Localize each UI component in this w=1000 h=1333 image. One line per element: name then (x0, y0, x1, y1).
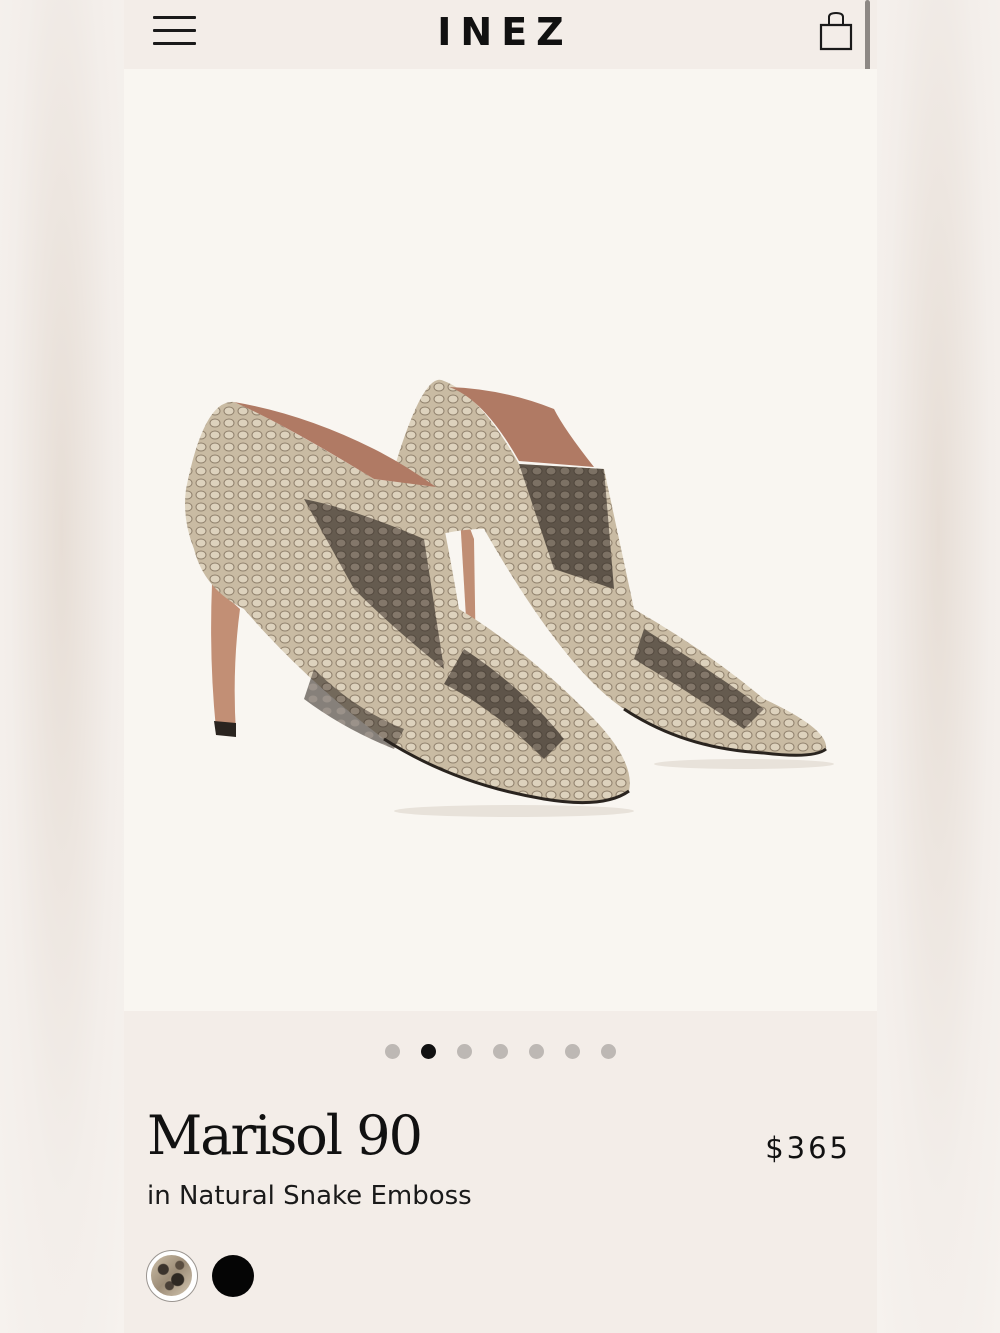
shopping-bag-icon[interactable] (818, 11, 854, 51)
swatch-natural-snake[interactable] (146, 1250, 198, 1302)
carousel-dot-3[interactable] (457, 1044, 472, 1059)
carousel-dot-1[interactable] (385, 1044, 400, 1059)
carousel-dot-2[interactable] (421, 1044, 436, 1059)
brand-logo[interactable]: INEZ (124, 10, 877, 54)
left-backdrop (0, 0, 124, 1333)
carousel-dot-4[interactable] (493, 1044, 508, 1059)
carousel-dot-7[interactable] (601, 1044, 616, 1059)
image-carousel-dots (124, 1044, 877, 1060)
product-color-label: in Natural Snake Emboss (147, 1181, 472, 1211)
snake-swatch-fill (151, 1255, 192, 1296)
snake-bootie-illustration (185, 379, 834, 817)
swatch-black[interactable] (212, 1255, 254, 1297)
right-backdrop (877, 0, 1000, 1333)
product-page: INEZ Marisol 90 $365 in Natural Snake Em… (124, 0, 877, 1333)
product-price: $365 (765, 1131, 851, 1165)
carousel-dot-5[interactable] (529, 1044, 544, 1059)
product-image[interactable] (124, 69, 877, 1011)
product-name: Marisol 90 (147, 1104, 423, 1167)
carousel-dot-6[interactable] (565, 1044, 580, 1059)
top-header: INEZ (124, 0, 877, 238)
